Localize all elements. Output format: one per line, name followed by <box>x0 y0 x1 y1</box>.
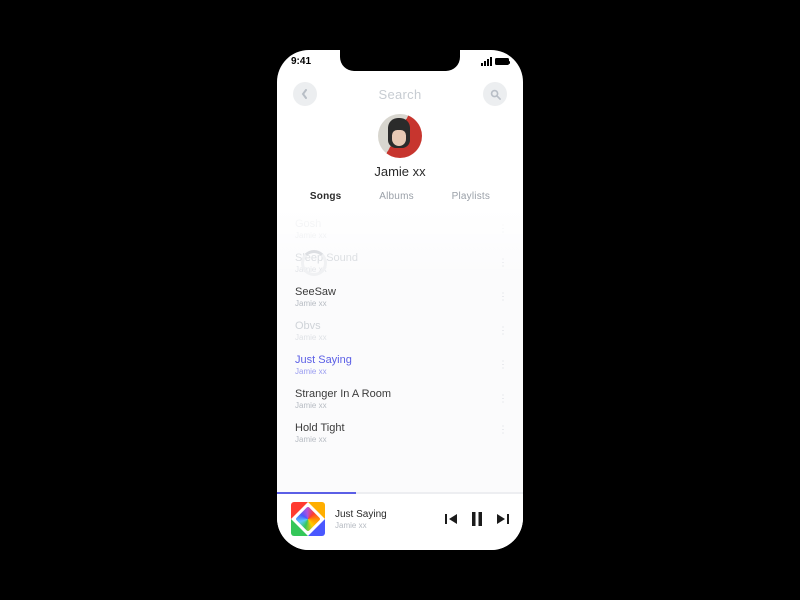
top-bar: Search <box>277 72 523 110</box>
more-icon[interactable]: ⋮ <box>498 224 509 235</box>
song-artist: Jamie xx <box>295 333 505 342</box>
more-icon[interactable]: ⋮ <box>498 425 509 436</box>
loading-spinner-icon <box>301 250 327 276</box>
artist-name: Jamie xx <box>374 164 425 179</box>
pause-icon <box>471 512 483 526</box>
search-button[interactable] <box>483 82 507 106</box>
phone-frame: 9:41 Search Jamie xx Songs Albums Playli… <box>277 50 523 550</box>
pause-button[interactable] <box>471 512 483 526</box>
tab-albums[interactable]: Albums <box>379 191 414 202</box>
skip-forward-icon <box>495 513 509 525</box>
song-title: Stranger In A Room <box>295 388 505 400</box>
progress-fill <box>277 492 356 494</box>
song-artist: Jamie xx <box>295 435 505 444</box>
song-title: Hold Tight <box>295 422 505 434</box>
status-time: 9:41 <box>291 56 311 67</box>
previous-button[interactable] <box>445 513 459 525</box>
artist-avatar[interactable] <box>378 114 422 158</box>
battery-icon <box>495 58 509 65</box>
song-row[interactable]: SeeSaw Jamie xx ⋮ <box>277 280 523 314</box>
progress-bar[interactable] <box>277 492 523 494</box>
next-button[interactable] <box>495 513 509 525</box>
song-row[interactable]: Hold Tight Jamie xx ⋮ <box>277 416 523 444</box>
song-list[interactable]: Gosh Jamie xx ⋮ Sleep Sound Jamie xx ⋮ S… <box>277 208 523 492</box>
song-title: Obvs <box>295 320 505 332</box>
player-controls <box>445 512 509 526</box>
tab-songs[interactable]: Songs <box>310 191 342 202</box>
now-playing-artist: Jamie xx <box>335 521 387 530</box>
screen: Search Jamie xx Songs Albums Playlists G… <box>277 72 523 550</box>
skip-back-icon <box>445 513 459 525</box>
now-playing-title: Just Saying <box>335 509 387 520</box>
song-row[interactable]: Stranger In A Room Jamie xx ⋮ <box>277 382 523 416</box>
song-artist: Jamie xx <box>295 401 505 410</box>
more-icon[interactable]: ⋮ <box>498 258 509 269</box>
more-icon[interactable]: ⋮ <box>498 394 509 405</box>
now-playing-bar[interactable]: Just Saying Jamie xx <box>277 494 523 550</box>
back-button[interactable] <box>293 82 317 106</box>
page-title: Search <box>379 87 422 102</box>
more-icon[interactable]: ⋮ <box>498 326 509 337</box>
song-row[interactable]: Obvs Jamie xx ⋮ <box>277 314 523 348</box>
more-icon[interactable]: ⋮ <box>498 292 509 303</box>
song-title: Just Saying <box>295 354 505 366</box>
song-title: SeeSaw <box>295 286 505 298</box>
song-artist: Jamie xx <box>295 367 505 376</box>
song-row[interactable]: Just Saying Jamie xx ⋮ <box>277 348 523 382</box>
tab-playlists[interactable]: Playlists <box>452 191 490 202</box>
tabs: Songs Albums Playlists <box>277 187 523 208</box>
song-title: Gosh <box>295 218 505 230</box>
chevron-left-icon <box>300 89 310 99</box>
song-artist: Jamie xx <box>295 299 505 308</box>
song-row[interactable]: Gosh Jamie xx ⋮ <box>277 212 523 246</box>
album-art[interactable] <box>291 502 325 536</box>
song-artist: Jamie xx <box>295 231 505 240</box>
signal-icon <box>481 57 492 66</box>
search-icon <box>490 89 501 100</box>
artist-header: Jamie xx <box>277 110 523 187</box>
now-playing-info: Just Saying Jamie xx <box>335 509 387 530</box>
more-icon[interactable]: ⋮ <box>498 360 509 371</box>
notch <box>340 50 460 71</box>
